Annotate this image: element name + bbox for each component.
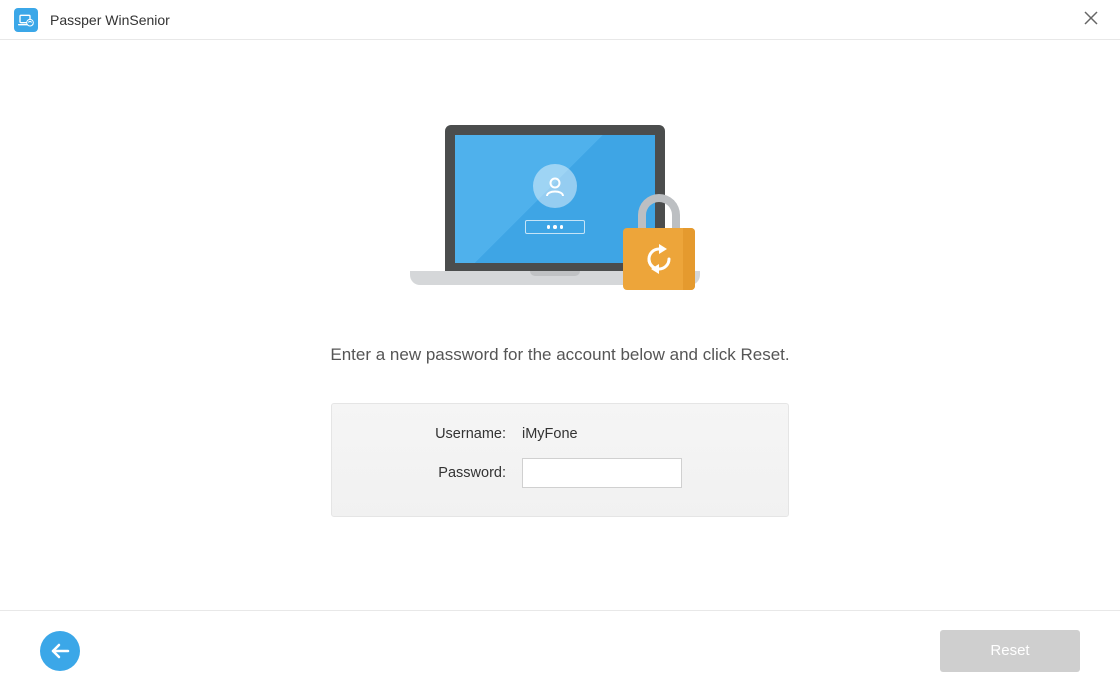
lock-reset-icon: [623, 190, 695, 290]
username-value: iMyFone: [522, 426, 578, 442]
password-label: Password:: [362, 465, 522, 481]
app-title: Passper WinSenior: [50, 12, 1076, 28]
laptop-lock-illustration: [410, 125, 710, 305]
username-label: Username:: [362, 426, 522, 442]
app-icon: [14, 8, 38, 32]
back-button[interactable]: [40, 631, 80, 671]
close-button[interactable]: [1076, 4, 1106, 35]
password-input[interactable]: [522, 458, 682, 488]
footer-bar: Reset: [0, 610, 1120, 690]
main-content: Enter a new password for the account bel…: [0, 40, 1120, 610]
close-icon: [1084, 11, 1098, 25]
reset-button[interactable]: Reset: [940, 630, 1080, 672]
password-dots-icon: [525, 220, 585, 234]
user-avatar-icon: [533, 164, 577, 208]
arrow-left-icon: [50, 643, 70, 659]
instruction-text: Enter a new password for the account bel…: [330, 345, 789, 365]
password-form: Username: iMyFone Password:: [331, 403, 789, 517]
title-bar: Passper WinSenior: [0, 0, 1120, 40]
